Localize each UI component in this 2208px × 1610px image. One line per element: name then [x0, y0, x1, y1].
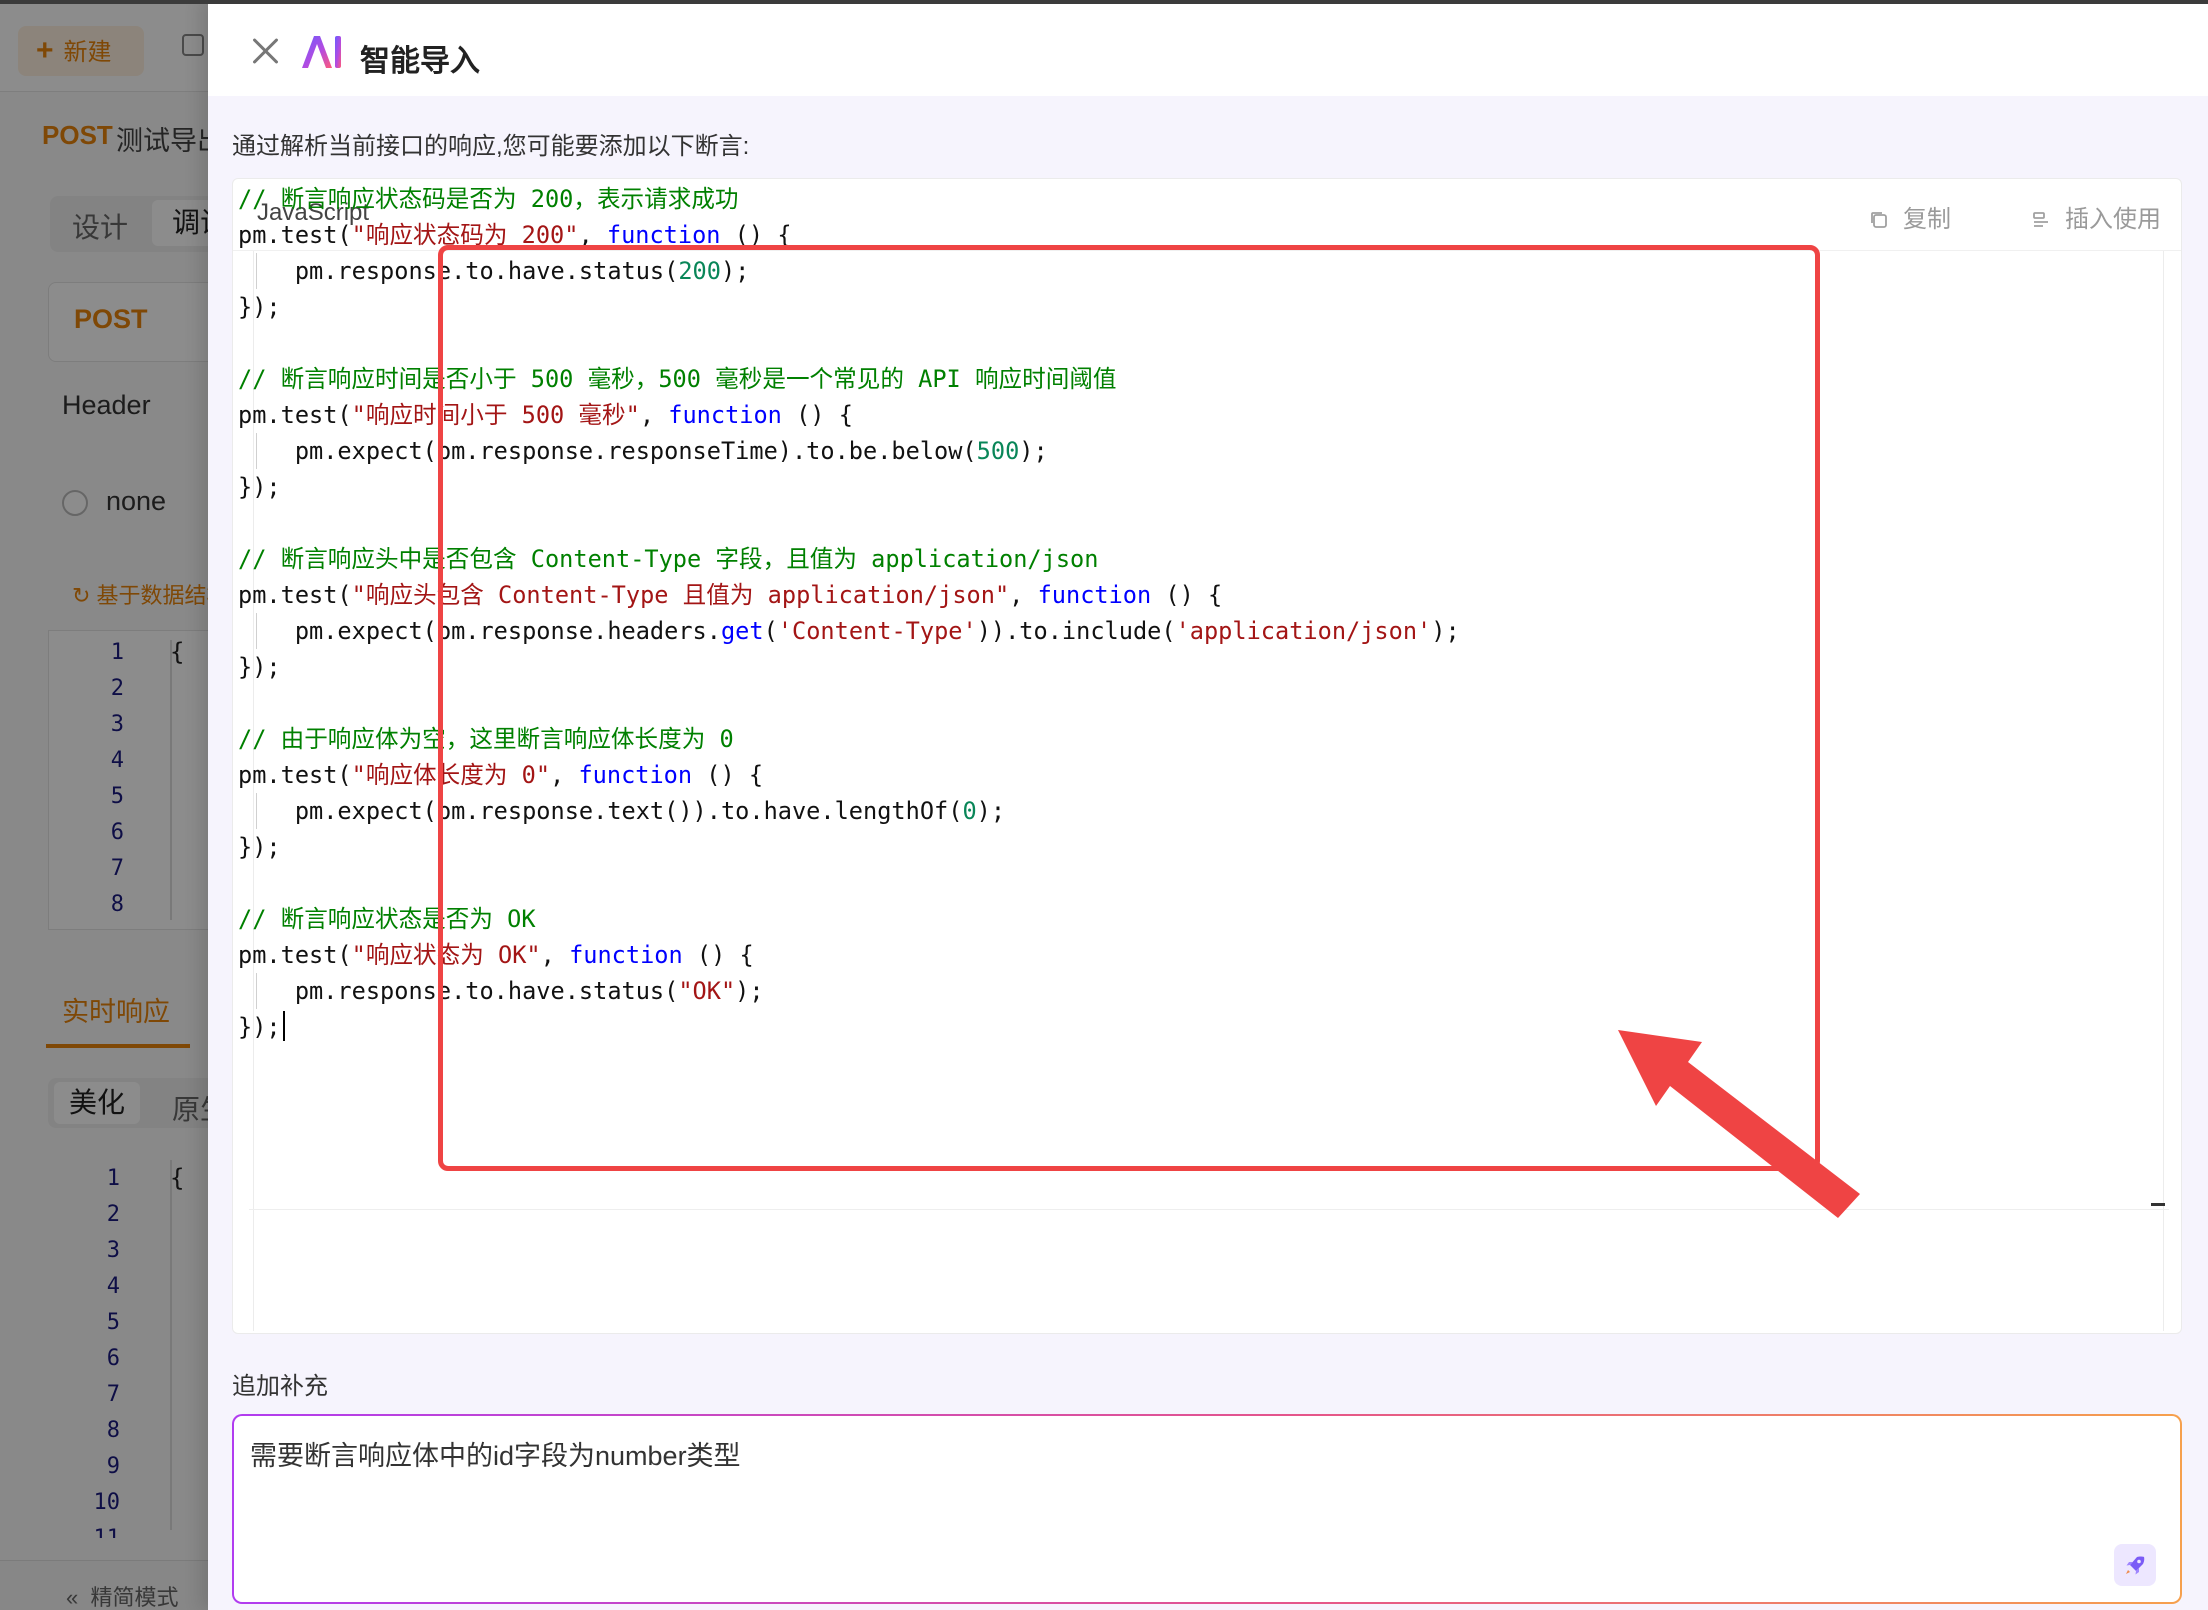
supplement-input[interactable]: 需要断言响应体中的id字段为number类型 [234, 1416, 2180, 1602]
ai-logo-icon [302, 36, 341, 68]
supplement-input-text: 需要断言响应体中的id字段为number类型 [250, 1441, 741, 1471]
ai-import-drawer: 智能导入 通过解析当前接口的响应,您可能要添加以下断言: JavaScript … [208, 0, 2208, 1610]
drawer-header: 智能导入 [208, 4, 2208, 96]
window-top-border [0, 0, 2208, 4]
indent-guide [256, 973, 257, 1009]
editor-scroll-indicator [2151, 1203, 2165, 1206]
insert-icon [2033, 212, 2048, 227]
indent-guide [256, 613, 257, 649]
supplement-label: 追加补充 [232, 1373, 328, 1400]
text-cursor [282, 1011, 285, 1041]
editor-end-line [249, 1209, 2169, 1210]
modal-overlay[interactable] [0, 0, 210, 1610]
copy-button[interactable]: 复制 [1869, 199, 1951, 234]
supplement-input-frame: 需要断言响应体中的id字段为number类型 [232, 1414, 2182, 1604]
assertion-code[interactable]: // 断言响应状态码是否为 200，表示请求成功 pm.test("响应状态码为… [238, 181, 1460, 1045]
drawer-title: 智能导入 [360, 45, 480, 78]
rocket-icon [2126, 1556, 2145, 1575]
copy-label: 复制 [1903, 206, 1951, 233]
insert-button[interactable]: 插入使用 [2031, 199, 2161, 234]
indent-guide [256, 793, 257, 829]
close-icon[interactable] [248, 34, 282, 68]
send-button[interactable] [2114, 1544, 2156, 1586]
indent-guide [256, 253, 257, 289]
insert-label: 插入使用 [2065, 206, 2161, 233]
copy-icon [1871, 212, 1887, 228]
indent-guide [256, 433, 257, 469]
editor-right-border [2163, 251, 2164, 1331]
intro-text: 通过解析当前接口的响应,您可能要添加以下断言: [232, 133, 750, 160]
